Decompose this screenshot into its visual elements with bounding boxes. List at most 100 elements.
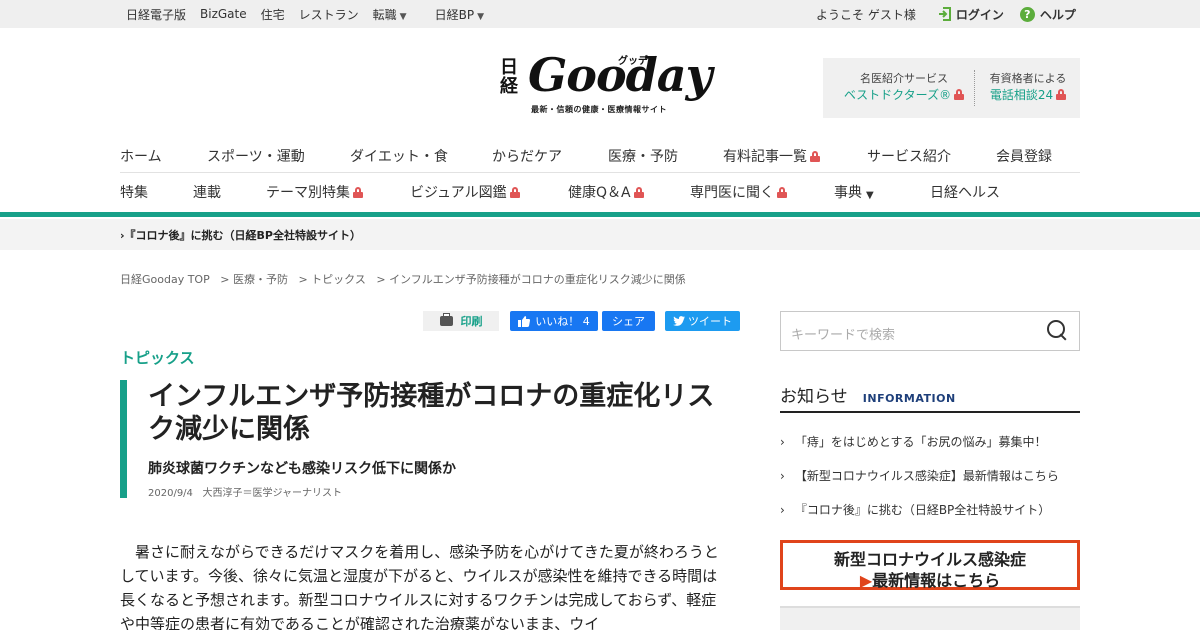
divider	[974, 70, 975, 106]
utility-bar: 日経電子版 BizGate 住宅 レストラン 転職 ▼ 日経BP ▼ ようこそ ゲス…	[0, 0, 1200, 28]
utility-link-career[interactable]: 転職 ▼	[373, 6, 421, 23]
nav-services[interactable]: サービス紹介	[867, 146, 951, 166]
chevron-right-icon: ›	[780, 469, 785, 483]
breadcrumb-separator: >	[213, 273, 230, 286]
nav-ask-specialist-label: 専門医に聞く	[690, 185, 774, 201]
service-box: 名医紹介サービス ベストドクターズ® 有資格者による 電話相談24	[823, 58, 1080, 118]
site-logo[interactable]: 日経 Gooday グッデイ 最新・信頼の健康・医療情報サイト	[500, 48, 712, 116]
utility-link-nikkei-denshiban[interactable]: 日経電子版	[126, 6, 186, 23]
info-title-en: INFORMATION	[862, 392, 956, 405]
twitter-bird-icon	[673, 316, 685, 326]
utility-links: 日経電子版 BizGate 住宅 レストラン 転職 ▼ 日経BP ▼	[126, 0, 512, 28]
info-item-label: 【新型コロナウイルス感染症】最新情報はこちら	[794, 469, 1059, 483]
article-header: インフルエンザ予防接種がコロナの重症化リスク減少に関係 肺炎球菌ワクチンなども感…	[120, 380, 740, 499]
account-area: ようこそ ゲスト様 ログイン ? ヘルプ	[816, 0, 1076, 28]
phone-consult-service[interactable]: 有資格者による 電話相談24	[978, 70, 1078, 104]
nav-theme-features-label: テーマ別特集	[266, 185, 350, 201]
nav-encyclopedia[interactable]: 事典 ▼	[834, 182, 874, 202]
banner-line2: 最新情報はこちら	[872, 571, 1001, 590]
best-doctors-link[interactable]: ベストドクターズ®	[844, 88, 951, 102]
article-author: 大西淳子＝医学ジャーナリスト	[202, 488, 342, 499]
login-icon	[938, 7, 952, 21]
login-label: ログイン	[955, 7, 1004, 22]
nav-accent-bar	[0, 212, 1200, 217]
global-nav-primary: ホーム スポーツ・運動 ダイエット・食 からだケア 医療・予防 有料記事一覧 サ…	[120, 135, 1080, 173]
info-item[interactable]: › 「痔」をはじめとする「お尻の悩み」募集中！	[780, 433, 1046, 450]
info-item[interactable]: › 【新型コロナウイルス感染症】最新情報はこちら	[780, 467, 1059, 484]
lock-icon	[353, 187, 363, 198]
search-input[interactable]: キーワードで検索	[791, 324, 895, 343]
best-doctors-service[interactable]: 名医紹介サービス ベストドクターズ®	[835, 70, 973, 104]
article-category[interactable]: トピックス	[120, 347, 195, 368]
breadcrumb-separator: >	[291, 273, 308, 286]
help-icon: ?	[1019, 6, 1035, 22]
print-icon	[439, 313, 453, 326]
print-label: 印刷	[460, 315, 483, 328]
nav-paid-articles-label: 有料記事一覧	[723, 149, 807, 165]
nav-features[interactable]: 特集	[120, 182, 148, 202]
info-title: お知らせ	[780, 387, 848, 407]
logo-kana: グッデイ	[618, 56, 658, 67]
logo-nikkei: 日経	[500, 57, 518, 97]
nav-body-care[interactable]: からだケア	[492, 146, 562, 166]
article-date: 2020/9/4	[148, 488, 193, 499]
nav-visual-guide[interactable]: ビジュアル図鑑	[410, 182, 520, 202]
breadcrumb-home[interactable]: 日経Gooday TOP	[120, 273, 210, 286]
info-item[interactable]: › 『コロナ後』に挑む（日経BP全社特設サイト）	[780, 501, 1050, 518]
special-site-link[interactable]: ›『コロナ後』に挑む（日経BP全社特設サイト）	[120, 227, 361, 243]
search-icon[interactable]	[1047, 320, 1069, 342]
nav-ask-specialist[interactable]: 専門医に聞く	[690, 182, 787, 202]
tweet-button[interactable]: ツイート	[665, 311, 740, 331]
utility-link-housing[interactable]: 住宅	[261, 6, 285, 23]
article-body: 暑さに耐えながらできるだけマスクを着用し、感染予防を心がけてきた夏が終わろうとし…	[120, 540, 730, 630]
utility-link-bizgate[interactable]: BizGate	[200, 7, 247, 21]
nav-sports[interactable]: スポーツ・運動	[207, 146, 305, 166]
lock-icon	[777, 187, 787, 198]
search-box[interactable]: キーワードで検索	[780, 311, 1080, 351]
nav-visual-guide-label: ビジュアル図鑑	[410, 185, 507, 201]
lock-icon	[1056, 89, 1067, 100]
nav-health-qa[interactable]: 健康Q＆A	[568, 182, 644, 202]
breadcrumb-topics[interactable]: トピックス	[311, 273, 366, 286]
sidebar-panel	[780, 606, 1080, 630]
triangle-right-icon: ▶	[859, 571, 873, 590]
triangle-down-icon: ▼	[477, 11, 484, 22]
triangle-down-icon: ▼	[866, 190, 874, 201]
breadcrumb-medical[interactable]: 医療・予防	[233, 273, 288, 286]
utility-link-career-label: 転職	[372, 7, 397, 22]
article-meta: 2020/9/4 大西淳子＝医学ジャーナリスト	[148, 484, 342, 499]
nav-paid-articles[interactable]: 有料記事一覧	[723, 146, 820, 166]
special-site-bar: ›『コロナ後』に挑む（日経BP全社特設サイト）	[0, 219, 1200, 250]
login-link[interactable]: ログイン	[938, 6, 1004, 23]
lock-icon	[810, 151, 820, 162]
nav-series[interactable]: 連載	[193, 182, 221, 202]
utility-link-restaurant[interactable]: レストラン	[299, 6, 359, 23]
nav-medical[interactable]: 医療・予防	[608, 146, 678, 166]
help-link[interactable]: ? ヘルプ	[1019, 6, 1076, 23]
chevron-right-icon: ›	[780, 435, 785, 449]
breadcrumb: 日経Gooday TOP > 医療・予防 > トピックス > インフルエンザ予防…	[120, 271, 686, 287]
nav-nikkei-health[interactable]: 日経ヘルス	[930, 182, 1000, 202]
nav-diet[interactable]: ダイエット・食	[350, 146, 448, 166]
facebook-share-label: シェア	[612, 315, 645, 328]
phone-consult-label: 有資格者による	[989, 72, 1067, 85]
nav-home[interactable]: ホーム	[120, 146, 162, 166]
breadcrumb-current: インフルエンザ予防接種がコロナの重症化リスク減少に関係	[389, 273, 686, 286]
info-header: お知らせ INFORMATION	[780, 382, 1080, 413]
breadcrumb-separator: >	[369, 273, 386, 286]
tweet-label: ツイート	[688, 315, 732, 328]
best-doctors-label: 名医紹介サービス	[860, 72, 948, 85]
nav-register[interactable]: 会員登録	[996, 146, 1052, 166]
covid-info-banner[interactable]: 新型コロナウイルス感染症 ▶最新情報はこちら	[780, 540, 1080, 590]
print-button[interactable]: 印刷	[423, 311, 499, 331]
article-paragraph-text: 暑さに耐えながらできるだけマスクを着用し、感染予防を心がけてきた夏が終わろうとし…	[120, 543, 719, 630]
welcome-text: ようこそ ゲスト様	[816, 7, 916, 22]
facebook-like-button[interactable]: いいね！ 4	[510, 311, 598, 331]
article-subtitle: 肺炎球菌ワクチンなども感染リスク低下に関係か	[148, 461, 456, 477]
phone-consult-link[interactable]: 電話相談24	[990, 88, 1053, 102]
nav-theme-features[interactable]: テーマ別特集	[266, 182, 363, 202]
nav-encyclopedia-label: 事典	[834, 185, 862, 201]
facebook-share-button[interactable]: シェア	[602, 311, 655, 331]
global-nav-secondary: 特集 連載 テーマ別特集 ビジュアル図鑑 健康Q＆A 専門医に聞く 事典 ▼ 日経…	[120, 174, 1080, 210]
utility-link-nikkeibp[interactable]: 日経BP ▼	[435, 6, 498, 23]
